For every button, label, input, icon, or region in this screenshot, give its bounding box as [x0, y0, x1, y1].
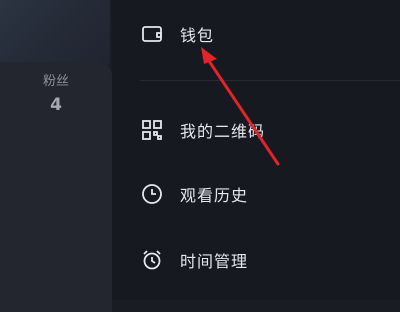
fans-label: 粉丝: [42, 74, 69, 89]
fans-count: 4: [50, 95, 62, 115]
fans-stat[interactable]: 粉丝 4: [40, 70, 72, 115]
menu-item-label: 时间管理: [180, 252, 249, 271]
profile-cover: [0, 0, 110, 65]
menu-item-label: 钱包: [180, 26, 215, 45]
menu-item-label: 观看历史: [180, 186, 249, 205]
qr-code-icon: [140, 118, 164, 142]
menu-item-my-qr-code[interactable]: 我的二维码: [140, 116, 265, 144]
clock-icon: [140, 182, 164, 206]
menu-item-watch-history[interactable]: 观看历史: [140, 180, 248, 208]
alarm-clock-icon: [140, 248, 164, 272]
menu-item-label: 我的二维码: [180, 122, 266, 141]
divider: [140, 80, 400, 81]
wallet-icon: [140, 22, 164, 46]
menu-item-time-management[interactable]: 时间管理: [140, 246, 248, 274]
menu-item-wallet[interactable]: 钱包: [140, 20, 214, 48]
